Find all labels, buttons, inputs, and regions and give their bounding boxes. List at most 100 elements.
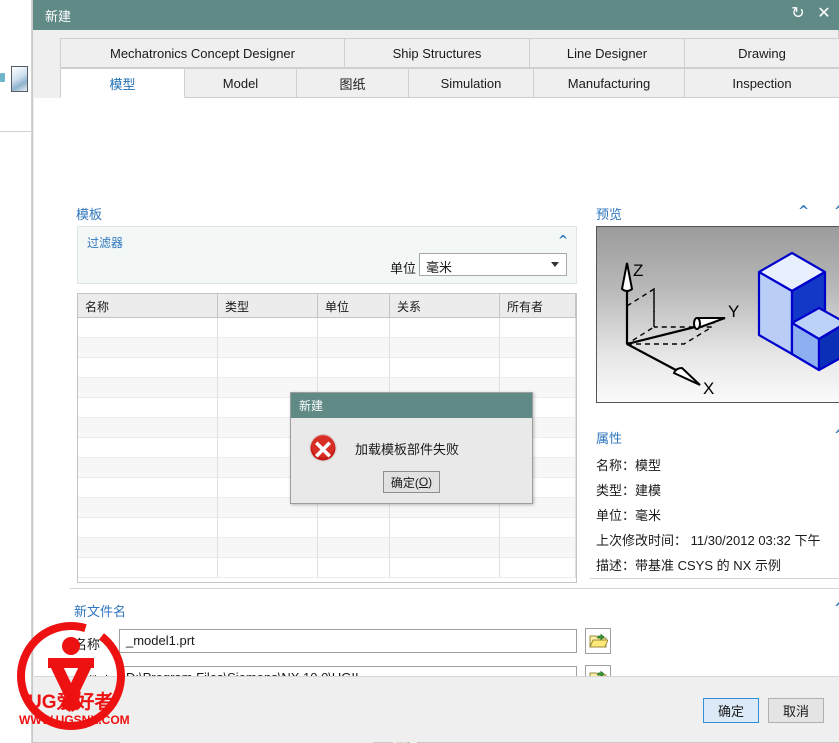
table-cell bbox=[78, 538, 218, 558]
table-cell bbox=[390, 318, 500, 338]
tab-mechatronics-concept-designer[interactable]: Mechatronics Concept Designer bbox=[60, 38, 345, 68]
table-cell bbox=[78, 558, 218, 578]
table-cell bbox=[218, 538, 318, 558]
property-line: 名称：模型 bbox=[596, 458, 662, 473]
background-app-marker-icon bbox=[0, 73, 5, 82]
tab-model[interactable]: Model bbox=[185, 68, 297, 98]
table-cell bbox=[500, 538, 576, 558]
divider-properties bbox=[590, 578, 839, 579]
section-header-newfilename[interactable]: 新文件名 bbox=[74, 601, 126, 620]
error-icon bbox=[308, 433, 338, 463]
chevron-down-icon-unit bbox=[551, 262, 559, 267]
table-cell bbox=[78, 338, 218, 358]
unit-label: 单位 bbox=[389, 261, 416, 276]
tab-drawing[interactable]: Drawing bbox=[685, 38, 839, 68]
tabstrip-row-2: 模型 Model 图纸 Simulation Manufacturing Inspecti… bbox=[60, 68, 839, 98]
table-cell bbox=[500, 558, 576, 578]
table-row[interactable] bbox=[78, 558, 576, 578]
table-header-cell[interactable]: 所有者 bbox=[500, 294, 576, 318]
table-row[interactable] bbox=[78, 518, 576, 538]
error-ok-accesskey: O bbox=[418, 475, 429, 489]
tab-inspection[interactable]: Inspection bbox=[685, 68, 839, 98]
tab-ship-structures[interactable]: Ship Structures bbox=[345, 38, 530, 68]
close-icon[interactable]: ✕ bbox=[814, 4, 834, 24]
table-cell bbox=[78, 438, 218, 458]
error-message-text: 加载模板部件失败 bbox=[355, 442, 460, 457]
table-cell bbox=[318, 518, 390, 538]
axis-label-y: Y bbox=[728, 302, 739, 321]
table-header-cell[interactable]: 名称 bbox=[78, 294, 218, 318]
table-cell bbox=[318, 358, 390, 378]
screen-root: 建 新建 ↻ ✕ Mechatronics Concept DesignerSh… bbox=[0, 0, 839, 743]
table-cell bbox=[318, 338, 390, 358]
table-row[interactable] bbox=[78, 318, 576, 338]
tab-图纸[interactable]: 图纸 bbox=[297, 68, 409, 98]
table-header-cell[interactable]: 单位 bbox=[318, 294, 390, 318]
property-line: 描述：带基准 CSYS 的 NX 示例 bbox=[596, 558, 781, 573]
ok-button[interactable]: 确定 bbox=[703, 698, 759, 723]
dialog-footer: 确定 取消 bbox=[34, 676, 839, 742]
reset-icon[interactable]: ↻ bbox=[788, 4, 808, 24]
section-header-preview[interactable]: 预览 bbox=[596, 204, 622, 223]
table-cell bbox=[218, 338, 318, 358]
folder-open-icon-name[interactable] bbox=[585, 628, 611, 654]
chevron-up-icon-preview[interactable]: ^ bbox=[834, 204, 839, 219]
tab-line-designer[interactable]: Line Designer bbox=[530, 38, 685, 68]
property-line: 类型：建模 bbox=[596, 483, 662, 498]
divider-template bbox=[70, 588, 839, 589]
error-dialog-title: 新建 bbox=[299, 399, 324, 413]
table-row[interactable] bbox=[78, 338, 576, 358]
axis-label-x: X bbox=[703, 379, 714, 398]
table-header-cell[interactable]: 关系 bbox=[390, 294, 500, 318]
table-cell bbox=[500, 318, 576, 338]
table-cell bbox=[218, 518, 318, 538]
table-row[interactable] bbox=[78, 358, 576, 378]
table-cell bbox=[390, 358, 500, 378]
preview-svg: Z Y X bbox=[620, 251, 839, 398]
error-ok-prefix: 确定( bbox=[390, 475, 419, 490]
table-cell bbox=[78, 458, 218, 478]
axis-label-z: Z bbox=[633, 261, 643, 280]
property-line: 单位：毫米 bbox=[596, 508, 662, 523]
table-row[interactable] bbox=[78, 538, 576, 558]
name-field-label: 名称 bbox=[74, 637, 101, 652]
section-header-template[interactable]: 模板 bbox=[76, 204, 102, 223]
cancel-button[interactable]: 取消 bbox=[768, 698, 824, 723]
tab-模型[interactable]: 模型 bbox=[60, 68, 185, 98]
chevron-up-icon-newfilename[interactable]: ^ bbox=[834, 601, 839, 616]
error-dialog-titlebar: 新建 bbox=[291, 393, 532, 418]
table-cell bbox=[78, 318, 218, 338]
error-ok-suffix: ) bbox=[428, 475, 433, 489]
table-header-cell[interactable]: 类型 bbox=[218, 294, 318, 318]
chevron-up-icon-properties[interactable]: ^ bbox=[834, 428, 839, 443]
error-ok-button[interactable]: 确定(O) bbox=[383, 471, 440, 493]
background-app-thumbnail-icon[interactable] bbox=[11, 66, 28, 92]
table-cell bbox=[78, 418, 218, 438]
chevron-up-icon-filter[interactable]: ^ bbox=[558, 233, 568, 247]
chevron-up-icon-template[interactable]: ^ bbox=[798, 204, 809, 219]
name-input[interactable]: _model1.prt bbox=[119, 629, 577, 653]
tab-manufacturing[interactable]: Manufacturing bbox=[534, 68, 685, 98]
template-table-header: 名称 类型 单位 关系 所有者 bbox=[78, 294, 576, 318]
section-header-properties[interactable]: 属性 bbox=[596, 428, 622, 447]
table-cell bbox=[78, 378, 218, 398]
table-cell bbox=[500, 518, 576, 538]
table-cell bbox=[500, 358, 576, 378]
table-cell bbox=[390, 538, 500, 558]
table-cell bbox=[318, 318, 390, 338]
table-cell bbox=[218, 558, 318, 578]
filter-panel: 过滤器 ^ 单位 毫米 bbox=[77, 226, 577, 284]
dialog-titlebar: 新建 ↻ ✕ bbox=[33, 0, 839, 30]
table-cell bbox=[318, 558, 390, 578]
new-part-dialog: 新建 ↻ ✕ Mechatronics Concept Designer Ship… bbox=[32, 0, 839, 743]
table-cell bbox=[78, 398, 218, 418]
titlebar-buttons: ↻ ✕ bbox=[788, 4, 834, 24]
dialog-body: 模板 ^ 过滤器 ^ 单位 毫米 名称类型单位关系所有者 预览 ^ bbox=[34, 98, 839, 743]
table-cell bbox=[390, 338, 500, 358]
table-cell bbox=[390, 558, 500, 578]
filter-panel-label: 过滤器 bbox=[87, 236, 124, 250]
tab-simulation[interactable]: Simulation bbox=[409, 68, 534, 98]
table-cell bbox=[500, 338, 576, 358]
table-cell bbox=[218, 318, 318, 338]
unit-select[interactable]: 毫米 bbox=[419, 253, 567, 276]
